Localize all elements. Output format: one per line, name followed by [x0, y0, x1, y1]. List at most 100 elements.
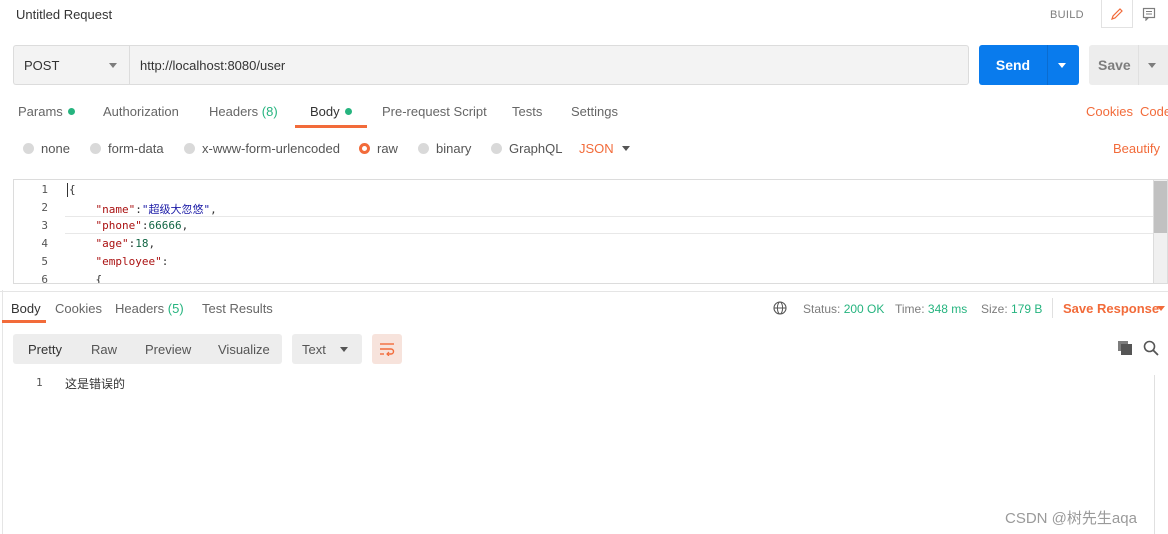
- line-number: 3: [41, 219, 48, 232]
- line-number: 5: [41, 255, 48, 268]
- globe-icon[interactable]: [773, 301, 787, 315]
- line-number: 6: [41, 273, 48, 284]
- url-input[interactable]: http://localhost:8080/user: [129, 45, 969, 85]
- tab-prerequest-script[interactable]: Pre-request Script: [382, 104, 487, 119]
- response-view-modes: Pretty Raw Preview Visualize: [13, 334, 282, 364]
- active-tab-underline: [295, 125, 367, 128]
- chevron-down-icon[interactable]: [1157, 306, 1165, 311]
- chevron-down-icon: [109, 63, 117, 68]
- size-meta: Size: 179 B: [981, 302, 1042, 316]
- code-line-4: "age":18,: [95, 237, 156, 250]
- format-label: Text: [302, 342, 326, 357]
- view-raw[interactable]: Raw: [91, 342, 117, 357]
- active-line-highlight: [65, 216, 1155, 234]
- build-label[interactable]: BUILD: [1050, 9, 1084, 21]
- radio-form-data[interactable]: form-data: [90, 141, 164, 156]
- meta-divider: [1052, 298, 1053, 318]
- tab-settings[interactable]: Settings: [571, 104, 618, 119]
- tab-params-label: Params: [18, 104, 63, 119]
- save-button[interactable]: Save: [1089, 45, 1168, 85]
- size-value[interactable]: 179 B: [1011, 302, 1042, 316]
- resp-tab-headers[interactable]: Headers (5): [115, 301, 184, 316]
- view-pretty[interactable]: Pretty: [28, 342, 62, 357]
- radio-raw-label: raw: [377, 141, 398, 156]
- response-format-select[interactable]: Text: [292, 334, 362, 364]
- status-value[interactable]: 200 OK: [844, 302, 885, 316]
- time-value[interactable]: 348 ms: [928, 302, 967, 316]
- headers-count: (8): [261, 104, 278, 119]
- view-preview[interactable]: Preview: [145, 342, 191, 357]
- json-number: 18: [135, 237, 149, 250]
- send-button[interactable]: Send: [979, 45, 1079, 85]
- json-number: 66666: [148, 219, 182, 232]
- radio-circle: [90, 143, 101, 154]
- tab-params[interactable]: Params: [18, 104, 75, 119]
- url-text: http://localhost:8080/user: [140, 58, 286, 73]
- save-options-chevron-icon[interactable]: [1148, 63, 1156, 68]
- tab-body[interactable]: Body: [310, 104, 352, 119]
- line-number-gutter: 1 2 3 4 5 6: [14, 180, 64, 284]
- wrap-lines-button[interactable]: [372, 334, 402, 364]
- radio-urlencoded-label: x-www-form-urlencoded: [202, 141, 340, 156]
- code-line-3: "phone":66666,: [95, 219, 189, 232]
- send-options-chevron-icon[interactable]: [1058, 63, 1066, 68]
- radio-none[interactable]: none: [23, 141, 70, 156]
- code-link[interactable]: Code: [1140, 104, 1168, 119]
- status-meta: Status: 200 OK: [803, 302, 884, 316]
- code-line-1: {: [69, 183, 76, 196]
- tab-headers[interactable]: Headers (8): [209, 104, 278, 119]
- json-key: "name": [95, 203, 136, 216]
- comment-icon[interactable]: [1135, 2, 1163, 26]
- params-indicator-dot: [67, 108, 75, 115]
- editor-scrollbar[interactable]: [1153, 180, 1167, 283]
- request-body-editor[interactable]: 1 2 3 4 5 6 { "name":"超级大忽悠", "phone":66…: [13, 179, 1168, 284]
- radio-graphql-label: GraphQL: [509, 141, 563, 156]
- code-line-2: "name":"超级大忽悠",: [95, 203, 217, 216]
- resp-tab-cookies[interactable]: Cookies: [55, 301, 102, 316]
- save-response-button[interactable]: Save Response: [1063, 301, 1159, 316]
- resp-tab-headers-label: Headers: [115, 301, 165, 316]
- response-tab-underline: [2, 320, 46, 323]
- method-select[interactable]: POST: [13, 45, 129, 85]
- response-divider: [0, 291, 1168, 292]
- resp-headers-count: (5): [167, 301, 184, 316]
- request-title[interactable]: Untitled Request: [16, 7, 112, 22]
- cookies-link[interactable]: Cookies: [1086, 104, 1133, 119]
- radio-binary-label: binary: [436, 141, 472, 156]
- json-key: "age": [95, 237, 129, 250]
- size-label: Size:: [981, 302, 1008, 316]
- radio-circle: [491, 143, 502, 154]
- radio-urlencoded[interactable]: x-www-form-urlencoded: [184, 141, 340, 156]
- radio-circle-selected: [359, 143, 370, 154]
- chevron-down-icon[interactable]: [622, 146, 630, 151]
- tab-tests[interactable]: Tests: [512, 104, 542, 119]
- code-line-6: {: [69, 273, 103, 283]
- resp-tab-test-results[interactable]: Test Results: [202, 301, 273, 316]
- tab-authorization[interactable]: Authorization: [103, 104, 179, 119]
- radio-graphql[interactable]: GraphQL: [491, 141, 562, 156]
- send-label: Send: [995, 57, 1031, 73]
- request-tabs: Params Authorization Headers (8) Body Pr…: [0, 96, 1168, 128]
- view-visualize[interactable]: Visualize: [218, 342, 270, 357]
- title-bar: Untitled Request BUILD: [0, 0, 1168, 32]
- tab-body-label: Body: [310, 104, 340, 119]
- radio-binary[interactable]: binary: [418, 141, 471, 156]
- json-key: "phone": [95, 219, 142, 232]
- response-body-text: 这是错误的: [65, 377, 126, 391]
- beautify-link[interactable]: Beautify: [1113, 141, 1160, 156]
- json-string: "超级大忽悠": [141, 203, 211, 216]
- copy-icon[interactable]: [1117, 340, 1133, 356]
- format-select[interactable]: JSON: [579, 141, 614, 156]
- line-number: 2: [41, 201, 48, 214]
- resp-tab-body[interactable]: Body: [11, 301, 41, 316]
- radio-raw[interactable]: raw: [359, 141, 398, 156]
- line-number: 4: [41, 237, 48, 250]
- scrollbar-thumb[interactable]: [1154, 181, 1167, 233]
- body-indicator-dot: [344, 108, 352, 115]
- method-label: POST: [24, 58, 60, 73]
- radio-form-data-label: form-data: [108, 141, 164, 156]
- pencil-icon[interactable]: [1101, 0, 1133, 28]
- response-scrollbar[interactable]: [1154, 375, 1155, 534]
- save-divider: [1138, 45, 1139, 85]
- search-icon[interactable]: [1143, 340, 1159, 356]
